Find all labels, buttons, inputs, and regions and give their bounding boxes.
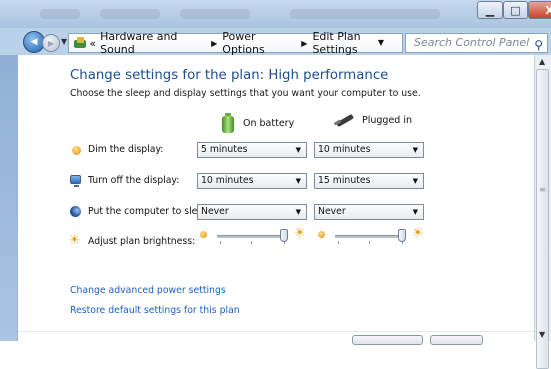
scroll-thumb[interactable]: [536, 69, 549, 369]
dim-sun-icon: [200, 231, 207, 238]
column-header-label: Plugged in: [362, 114, 413, 126]
turn-off-display-label: Turn off the display:: [88, 175, 180, 186]
bright-sun-icon: ☀: [294, 226, 306, 241]
forward-arrow-icon: ▶: [47, 38, 55, 48]
turn-off-display-plugged-select[interactable]: 15 minutes ▼: [314, 173, 424, 189]
dim-sun-icon: [318, 231, 325, 238]
brightness-sun-icon: ☀: [68, 233, 81, 248]
brightness-plugged-slider[interactable]: ☀: [318, 226, 428, 245]
dim-display-icon: [72, 146, 81, 155]
chevron-down-icon: ▼: [295, 177, 301, 185]
slider-tick: [338, 241, 339, 244]
footer-divider: [18, 331, 534, 332]
select-value: 5 minutes: [201, 144, 248, 155]
breadcrumb-hardware-and-sound[interactable]: Hardware and Sound: [100, 30, 202, 56]
slider-tick: [251, 241, 252, 244]
scroll-grip-icon: ≡: [539, 185, 546, 194]
slider-tick: [369, 241, 370, 244]
save-changes-button[interactable]: [352, 335, 423, 345]
chevron-down-icon: ▼: [412, 208, 418, 216]
address-dropdown-icon[interactable]: ▼: [378, 38, 384, 47]
control-panel-icon: [73, 36, 87, 50]
close-button[interactable]: X: [528, 1, 551, 19]
chevron-down-icon: ▼: [412, 146, 418, 154]
turn-off-display-battery-select[interactable]: 10 minutes ▼: [197, 173, 307, 189]
brightness-battery-slider[interactable]: ☀: [200, 226, 310, 245]
breadcrumb-power-options[interactable]: Power Options: [222, 30, 292, 56]
chevron-down-icon: ▼: [295, 208, 301, 216]
breadcrumb-edit-plan-settings[interactable]: Edit Plan Settings: [312, 30, 398, 56]
scroll-up-icon[interactable]: ▲: [539, 57, 545, 66]
cancel-button[interactable]: [430, 335, 483, 345]
select-value: Never: [201, 206, 229, 217]
battery-icon: [222, 113, 234, 133]
slider-tick: [220, 241, 221, 244]
select-value: 10 minutes: [201, 175, 254, 186]
maximize-button[interactable]: □: [503, 1, 528, 19]
scroll-down-icon[interactable]: ▼: [539, 330, 545, 339]
breadcrumb-separator-icon[interactable]: ▶: [211, 39, 217, 48]
chevron-down-icon: ▼: [412, 177, 418, 185]
minimize-button[interactable]: ▁: [477, 1, 503, 19]
breadcrumb-overflow[interactable]: «: [89, 37, 96, 50]
slider-thumb[interactable]: [279, 229, 288, 242]
blurred-toolbar: [40, 9, 80, 19]
recent-pages-dropdown[interactable]: ▼: [61, 37, 67, 46]
slider-thumb[interactable]: [397, 229, 406, 242]
blurred-toolbar: [180, 9, 250, 19]
page-title: Change settings for the plan: High perfo…: [70, 68, 389, 83]
chevron-down-icon: ▼: [295, 146, 301, 154]
select-value: 10 minutes: [318, 144, 371, 155]
select-value: Never: [318, 206, 346, 217]
monitor-icon: [70, 175, 81, 187]
restore-defaults-link[interactable]: Restore default settings for this plan: [70, 305, 240, 316]
vertical-scrollbar[interactable]: ▲ ≡ ▼: [534, 55, 551, 369]
bright-sun-icon: ☀: [412, 226, 424, 241]
sleep-moon-icon: [70, 206, 81, 217]
breadcrumb-separator-icon[interactable]: ▶: [301, 39, 307, 48]
forward-button[interactable]: ▶: [42, 34, 60, 52]
back-arrow-icon: ◀: [30, 37, 38, 47]
blurred-toolbar: [290, 9, 440, 19]
select-value: 15 minutes: [318, 175, 371, 186]
blurred-toolbar: [100, 9, 160, 19]
left-window-border: [0, 55, 17, 341]
dim-display-plugged-select[interactable]: 10 minutes ▼: [314, 142, 424, 158]
search-input[interactable]: Search Control Panel ⚲: [405, 33, 548, 53]
search-icon[interactable]: ⚲: [534, 36, 543, 54]
sleep-battery-select[interactable]: Never ▼: [197, 204, 307, 220]
column-header-label: On battery: [243, 117, 295, 129]
address-bar[interactable]: « Hardware and Sound ▶ Power Options ▶ E…: [68, 30, 403, 56]
column-header-on-battery: On battery: [222, 113, 294, 133]
slider-track[interactable]: [335, 235, 405, 238]
advanced-power-settings-link[interactable]: Change advanced power settings: [70, 285, 226, 296]
title-bar: [0, 0, 551, 28]
power-plug-icon: [334, 113, 356, 127]
dim-display-label: Dim the display:: [88, 144, 164, 155]
search-placeholder: Search Control Panel: [414, 36, 530, 49]
dim-display-battery-select[interactable]: 5 minutes ▼: [197, 142, 307, 158]
sleep-label: Put the computer to sleep:: [88, 206, 213, 217]
slider-track[interactable]: [217, 235, 287, 238]
brightness-label: Adjust plan brightness:: [88, 236, 196, 247]
page-description: Choose the sleep and display settings th…: [70, 88, 421, 99]
column-header-plugged-in: Plugged in: [334, 113, 412, 127]
sleep-plugged-select[interactable]: Never ▼: [314, 204, 424, 220]
